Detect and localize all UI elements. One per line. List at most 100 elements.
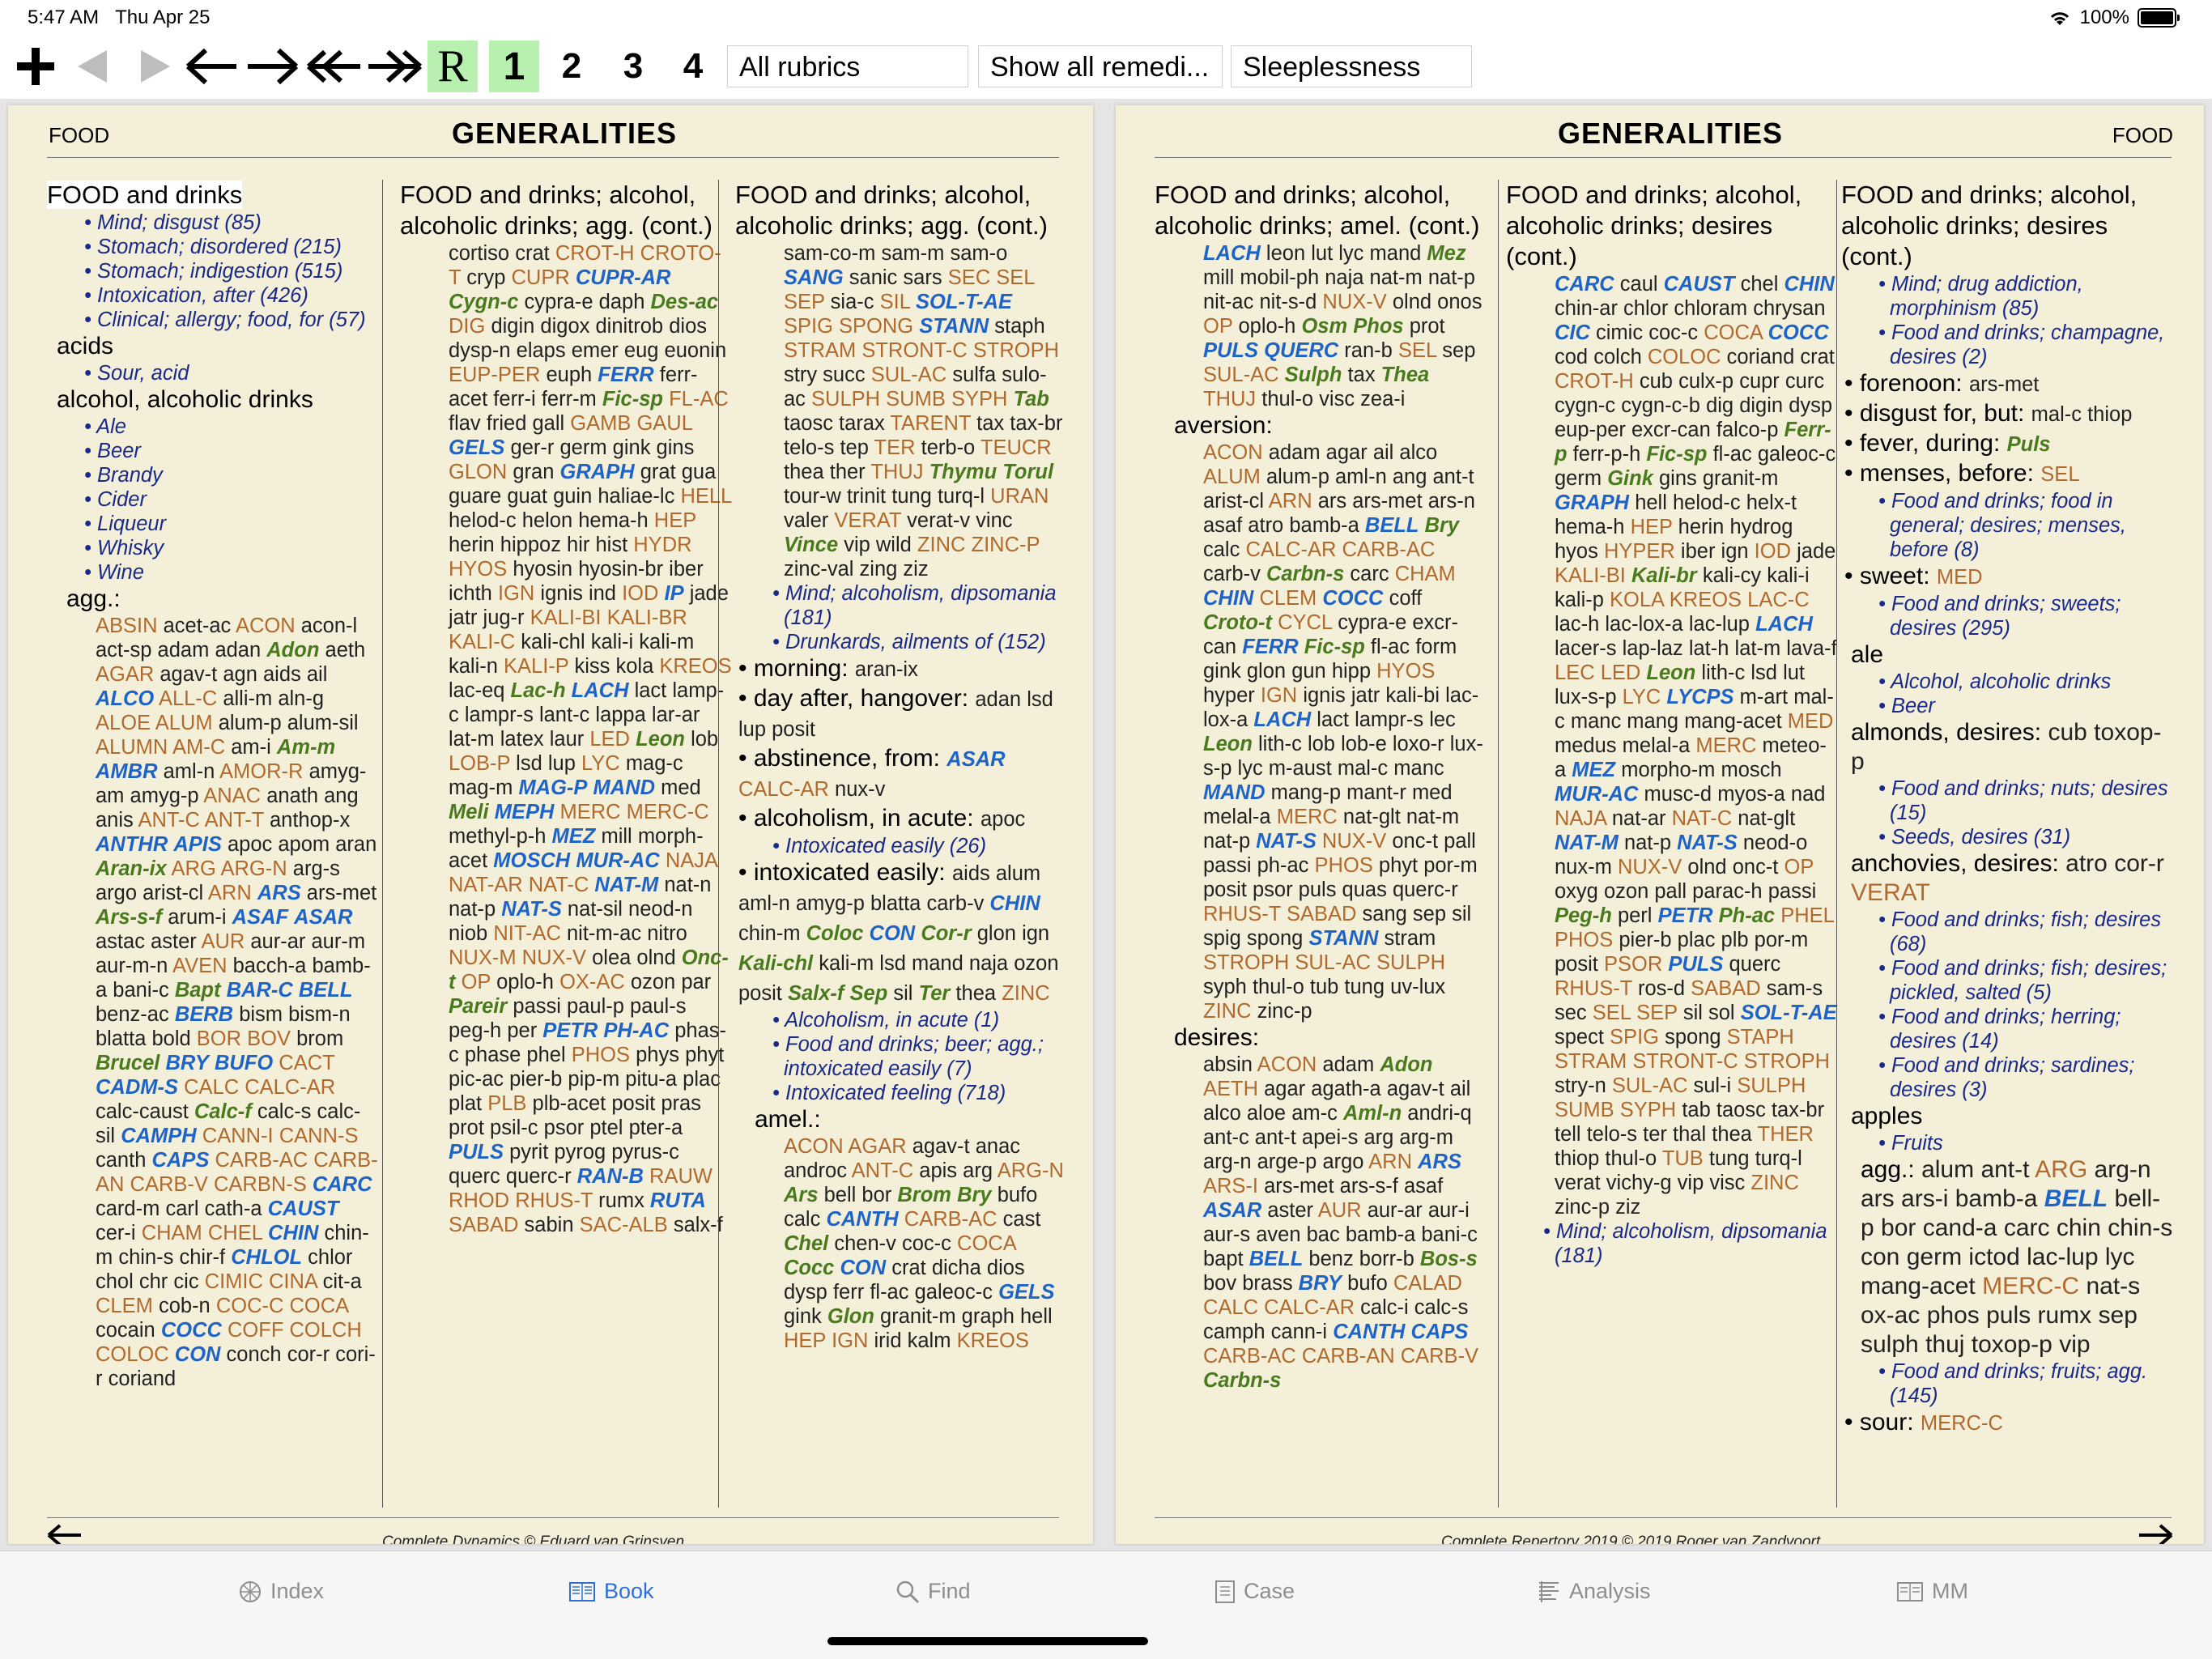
remedy-abbreviation[interactable]: COCA [290,1295,348,1317]
remedy-abbreviation[interactable]: kali-i [1767,564,1809,587]
remedy-abbreviation[interactable]: ant-t [1980,1156,2029,1183]
remedy-abbreviation[interactable]: chlor [308,1246,352,1269]
remedy-abbreviation[interactable]: PLB [487,1092,526,1115]
subrubric[interactable]: anchovies, desires: atro cor-r VERAT [1841,849,2173,908]
remedy-abbreviation[interactable]: methyl-p-h [449,825,546,848]
remedy-abbreviation[interactable]: tax [1348,364,1376,386]
remedy-abbreviation[interactable]: aur-m-n [96,955,168,977]
remedy-abbreviation[interactable]: BUFO [215,1052,273,1074]
remedy-abbreviation[interactable]: lob-e [1341,733,1387,755]
remedy-abbreviation[interactable]: ASAR [1203,1199,1261,1222]
remedy-abbreviation[interactable]: ALCO [96,687,154,710]
remedy-abbreviation[interactable]: nat-p [1428,266,1475,289]
remedy-abbreviation[interactable]: IOD [1755,540,1791,563]
remedy-abbreviation[interactable]: pic-ac [449,1068,504,1091]
remedy-abbreviation[interactable]: naja [969,952,1008,975]
remedy-abbreviation[interactable]: wild [876,534,912,556]
remedy-abbreviation[interactable]: BELL [2044,1185,2108,1212]
remedy-abbreviation[interactable]: ANT-C [138,809,200,832]
remedy-abbreviation[interactable]: STROPH [1744,1050,1830,1073]
remedy-abbreviation[interactable]: apoc [228,833,272,856]
remedy-abbreviation[interactable]: lappa [595,704,645,726]
remedy-abbreviation[interactable]: dios [987,1257,1025,1279]
remedy-abbreviation[interactable]: act-sp [96,639,151,661]
remedy-abbreviation[interactable]: Meli [449,801,489,823]
tab-book[interactable]: Book [568,1579,654,1604]
remedy-abbreviation[interactable]: chel [1741,273,1779,296]
remedy-abbreviation[interactable]: SOL-T-AE [1741,1002,1837,1024]
remedy-abbreviation[interactable]: lut [1311,242,1333,265]
remedy-abbreviation[interactable]: CARB-V [1401,1345,1478,1368]
remedy-abbreviation[interactable]: ars-met [1352,490,1422,513]
remedy-abbreviation[interactable]: onc-t [1392,830,1438,853]
remedy-abbreviation[interactable]: BELL [1249,1248,1304,1270]
remedy-abbreviation[interactable]: LACH [572,679,629,702]
remedy-abbreviation[interactable]: verat [1555,1172,1601,1194]
remedy-abbreviation[interactable]: MEZ [1572,759,1615,781]
remedy-abbreviation[interactable]: thiop [1555,1147,1599,1170]
remedy-abbreviation[interactable]: tung [891,485,932,508]
remedy-abbreviation[interactable]: lith-c [1258,733,1302,755]
remedy-abbreviation[interactable]: querc-r [1393,878,1458,901]
remedy-abbreviation[interactable]: bell [824,1184,857,1206]
remedy-abbreviation[interactable]: spong [1247,927,1303,950]
remedy-abbreviation[interactable]: Cocc [784,1257,834,1279]
remedy-abbreviation[interactable]: zing [860,558,898,581]
remedy-abbreviation[interactable]: NAT-C [1672,807,1733,830]
remedy-abbreviation[interactable]: sil [893,982,912,1005]
remedy-abbreviation[interactable]: GAUL [636,412,692,435]
remedy-abbreviation[interactable]: canth [96,1149,146,1172]
remedy-abbreviation[interactable]: OP [462,971,491,993]
remedy-abbreviation[interactable]: oplo-h [1238,315,1295,338]
remedy-abbreviation[interactable]: calc-caust [96,1100,189,1123]
remedy-abbreviation[interactable]: borr-b [1359,1248,1414,1270]
remedy-abbreviation[interactable]: aur-s [1203,1223,1250,1246]
remedy-abbreviation[interactable]: LACH [1253,708,1311,731]
remedy-abbreviation[interactable]: thuj [1925,1331,1964,1358]
remedy-abbreviation[interactable]: glon [977,922,1016,945]
remedy-abbreviation[interactable]: LAC-C [1747,589,1810,611]
remedy-abbreviation[interactable]: med [661,776,701,799]
remedy-abbreviation[interactable]: BELL [299,979,353,1002]
remedy-abbreviation[interactable]: telo-s [1587,1123,1637,1146]
remedy-abbreviation[interactable]: vip [844,534,870,556]
remedy-abbreviation[interactable]: CALC-AR [1264,1296,1355,1319]
remedy-abbreviation[interactable]: cit-a [323,1270,362,1293]
remedy-abbreviation[interactable]: CARBN-S [214,1173,307,1196]
remedy-abbreviation[interactable]: plac [1678,929,1716,951]
remedy-abbreviation[interactable]: AGAR [96,663,154,686]
remedy-abbreviation[interactable]: stram [1385,927,1436,950]
remedy-abbreviation[interactable]: TARENT [890,412,971,435]
remedy-abbreviation[interactable]: NIT-AC [493,922,561,945]
remedy-abbreviation[interactable]: benz-ac [96,1003,169,1026]
remedy-abbreviation[interactable]: CHIN [1784,273,1834,296]
remedy-abbreviation[interactable]: COC-C [216,1295,284,1317]
remedy-abbreviation[interactable]: KOLA [1610,589,1664,611]
remedy-abbreviation[interactable]: hir [567,534,589,556]
remedy-abbreviation[interactable]: KALI-P [504,655,568,678]
remedy-abbreviation[interactable]: SUMB [886,388,946,410]
subrubric[interactable]: ale [1841,640,2173,670]
remedy-abbreviation[interactable]: GAMB [570,412,631,435]
remedy-abbreviation[interactable]: arg-s [293,857,340,880]
remedy-abbreviation[interactable]: plat [449,1092,482,1115]
remedy-abbreviation[interactable]: kali-m [819,952,874,975]
remedy-abbreviation[interactable]: herin [449,534,495,556]
remedy-abbreviation[interactable]: vip [2059,1331,2090,1358]
remedy-abbreviation[interactable]: hydrog [1729,516,1793,538]
remedy-abbreviation[interactable]: Leon [1203,733,1253,755]
remedy-abbreviation[interactable]: SEP [1636,1002,1678,1024]
remedy-abbreviation[interactable]: aran [335,833,376,856]
remedy-abbreviation[interactable]: Thymu [929,461,998,483]
remedy-abbreviation[interactable]: CAPS [1411,1321,1469,1343]
remedy-abbreviation[interactable]: per [507,1019,537,1042]
remedy-abbreviation[interactable]: RHUS-T [1203,903,1281,925]
remedy-abbreviation[interactable]: granit-m [880,1305,956,1328]
remedy-abbreviation[interactable]: SUL-AC [1612,1074,1688,1097]
remedy-abbreviation[interactable]: loxo-r [1393,733,1444,755]
remedy-abbreviation[interactable]: chin-s [118,1246,173,1269]
remedy-abbreviation[interactable]: passi [513,995,561,1018]
remedy-abbreviation[interactable]: ACON [236,615,296,637]
remedy-abbreviation[interactable]: TEUCR [981,436,1052,459]
remedy-abbreviation[interactable]: guin [553,485,592,508]
